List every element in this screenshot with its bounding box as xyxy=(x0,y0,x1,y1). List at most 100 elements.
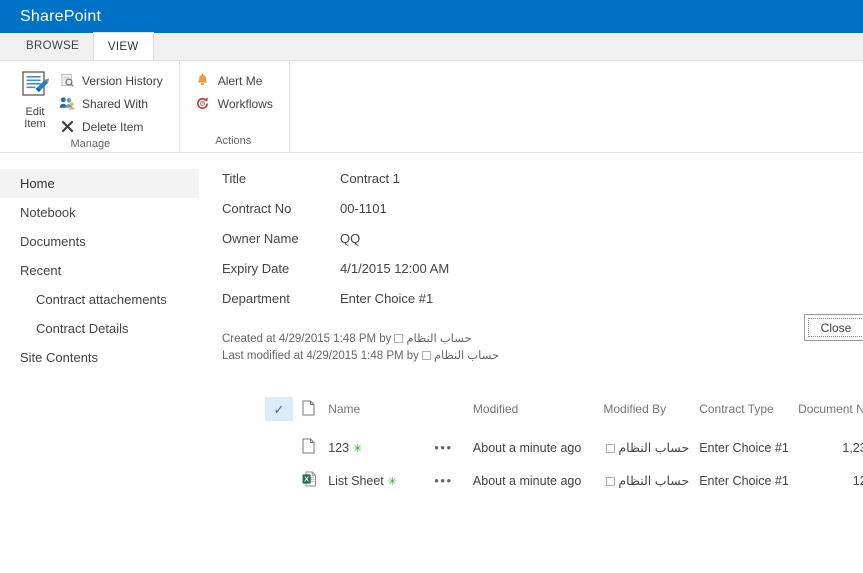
shared-with-button[interactable]: Shared With xyxy=(58,92,169,115)
modified-by-user[interactable]: حساب النظام xyxy=(434,350,499,362)
row-checkbox-cell[interactable] xyxy=(261,464,298,497)
ribbon-group-spacer xyxy=(288,61,863,152)
row-document-no-cell: 1,234 xyxy=(842,440,863,455)
select-all-checkbox[interactable]: ✓ xyxy=(265,397,293,421)
excel-document-icon: X xyxy=(302,471,316,487)
sidebar-item-site-contents[interactable]: Site Contents xyxy=(0,343,199,372)
modified-column-header[interactable]: Modified xyxy=(469,391,599,431)
page-body: Home Notebook Documents Recent Contract … xyxy=(0,153,863,572)
content-area: Title Contract 1 Contract No 00-1101 Own… xyxy=(199,153,863,572)
workflows-icon xyxy=(194,96,212,111)
alert-me-button[interactable]: Alert Me xyxy=(194,69,279,92)
row-name-link[interactable]: 123 xyxy=(328,441,349,455)
document-no-column-header[interactable]: Document No xyxy=(794,391,863,431)
sidebar-item-documents[interactable]: Documents xyxy=(0,227,199,256)
row-checkbox-cell[interactable] xyxy=(261,431,298,464)
ribbon-group-actions-label: Actions xyxy=(215,135,252,147)
field-value-title: Contract 1 xyxy=(340,171,400,186)
created-at-text: Created at 4/29/2015 1:48 PM xyxy=(222,333,377,345)
sidebar-item-contract-attachements[interactable]: Contract attachements xyxy=(0,285,199,314)
delete-item-label: Delete Item xyxy=(82,119,144,134)
field-label-owner-name: Owner Name xyxy=(222,231,299,246)
form-row-title: Title Contract 1 xyxy=(222,171,449,201)
row-modified-by-cell: حساب النظام xyxy=(599,431,695,464)
field-value-department: Enter Choice #1 xyxy=(340,291,434,306)
row-name-cell[interactable]: 123 ✳ xyxy=(324,431,430,464)
field-label-title: Title xyxy=(222,171,247,186)
modified-at-text: Last modified at 4/29/2015 1:48 PM xyxy=(222,350,404,362)
sidebar-item-recent[interactable]: Recent xyxy=(0,256,199,285)
ribbon-group-manage-label: Manage xyxy=(70,138,111,150)
ribbon-group-actions: Alert Me Workflows Actions xyxy=(178,61,289,152)
edit-item-label-line1: Edit xyxy=(25,106,45,118)
svg-text:X: X xyxy=(304,474,309,483)
delete-item-button[interactable]: Delete Item xyxy=(58,115,169,138)
presence-indicator-icon xyxy=(606,477,616,486)
row-modified-by-user[interactable]: حساب النظام xyxy=(618,441,689,455)
field-label-contract-no: Contract No xyxy=(222,201,292,216)
type-column-header[interactable] xyxy=(298,391,325,431)
sidebar-item-contract-details[interactable]: Contract Details xyxy=(0,314,199,343)
row-file-type-cell: X xyxy=(298,464,325,497)
ellipsis-column-header xyxy=(430,391,469,431)
sidebar-item-home[interactable]: Home xyxy=(0,169,199,198)
open-menu-icon[interactable]: ••• xyxy=(434,440,452,455)
row-contract-type-cell: Enter Choice #1 xyxy=(699,473,789,488)
table-row[interactable]: X List Sheet ✳ ••• About a minute ago حسا… xyxy=(261,464,863,497)
row-name-cell[interactable]: List Sheet ✳ xyxy=(324,464,430,497)
presence-indicator-icon xyxy=(421,351,431,360)
ribbon-tab-strip: BROWSE VIEW xyxy=(0,32,863,61)
sidebar-item-notebook[interactable]: Notebook xyxy=(0,198,199,227)
version-history-label: Version History xyxy=(82,73,163,88)
contract-type-column-header[interactable]: Contract Type xyxy=(695,391,794,431)
select-all-header[interactable]: ✓ xyxy=(261,391,298,431)
item-metadata: Created at 4/29/2015 1:48 PM by حساب النظ… xyxy=(222,331,863,365)
checkmark-icon: ✓ xyxy=(273,401,285,417)
open-menu-icon[interactable]: ••• xyxy=(434,473,452,488)
alert-bell-icon xyxy=(194,73,212,88)
attachments-grid-wrapper: ✓ Name Modified Modified By Contract Typ… xyxy=(261,391,863,497)
form-row-expiry-date: Expiry Date 4/1/2015 12:00 AM xyxy=(222,261,449,291)
close-button[interactable]: Close xyxy=(804,314,863,341)
presence-indicator-icon xyxy=(394,334,404,343)
item-details-form: Title Contract 1 Contract No 00-1101 Own… xyxy=(222,171,449,321)
field-value-owner-name: QQ xyxy=(340,231,361,246)
workflows-button[interactable]: Workflows xyxy=(194,92,279,115)
table-row[interactable]: 123 ✳ ••• About a minute ago حساب النظام … xyxy=(261,431,863,464)
name-column-header[interactable]: Name xyxy=(324,391,430,431)
row-modified-cell: About a minute ago xyxy=(472,473,582,488)
edit-item-icon xyxy=(20,69,50,104)
generic-document-icon xyxy=(302,438,315,454)
tab-view[interactable]: VIEW xyxy=(92,32,154,60)
row-ellipsis-cell[interactable]: ••• xyxy=(430,431,469,464)
row-modified-by-user[interactable]: حساب النظام xyxy=(618,474,689,488)
created-by-user[interactable]: حساب النظام xyxy=(406,333,471,345)
document-type-icon xyxy=(302,400,315,415)
modified-by-column-header[interactable]: Modified By xyxy=(599,391,695,431)
sharepoint-logo-title[interactable]: SharePoint xyxy=(20,8,101,26)
row-name-link[interactable]: List Sheet xyxy=(328,474,384,488)
tab-browse[interactable]: BROWSE xyxy=(12,32,93,60)
field-label-expiry-date: Expiry Date xyxy=(222,261,290,276)
shared-with-label: Shared With xyxy=(82,96,149,111)
field-value-expiry-date: 4/1/2015 12:00 AM xyxy=(340,261,450,276)
row-ellipsis-cell[interactable]: ••• xyxy=(430,464,469,497)
new-item-badge-icon: ✳ xyxy=(387,475,397,488)
created-by-word: by xyxy=(379,333,392,345)
alert-me-label: Alert Me xyxy=(217,73,263,88)
form-row-department: Department Enter Choice #1 xyxy=(222,291,449,321)
form-row-owner-name: Owner Name QQ xyxy=(222,231,449,261)
row-modified-by-cell: حساب النظام xyxy=(599,464,695,497)
row-contract-type-cell: Enter Choice #1 xyxy=(699,440,789,455)
edit-item-button[interactable]: Edit Item xyxy=(12,67,58,130)
row-document-no-cell: 123 xyxy=(852,473,863,488)
ribbon-group-manage: Edit Item Version History Shared With De… xyxy=(4,61,179,152)
close-button-label: Close xyxy=(808,318,863,337)
created-line: Created at 4/29/2015 1:48 PM by حساب النظ… xyxy=(222,331,863,348)
modified-by-word: by xyxy=(406,350,419,362)
version-history-button[interactable]: Version History xyxy=(58,69,169,92)
left-navigation: Home Notebook Documents Recent Contract … xyxy=(0,153,199,572)
ribbon: Edit Item Version History Shared With De… xyxy=(0,61,863,153)
form-row-contract-no: Contract No 00-1101 xyxy=(222,201,449,231)
version-history-icon xyxy=(58,73,76,88)
